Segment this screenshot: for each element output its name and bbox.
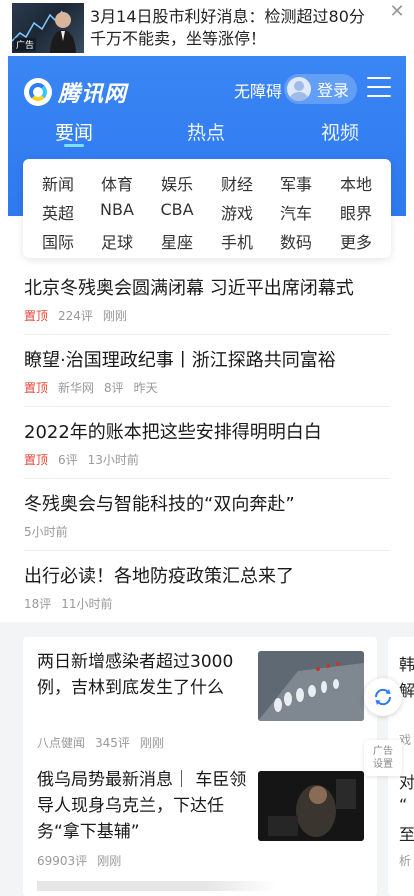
tab-video[interactable]: 视频	[321, 118, 359, 145]
channel-military[interactable]: 军事	[272, 171, 320, 195]
refresh-button[interactable]	[364, 678, 402, 716]
pinned-badge: 置顶	[24, 381, 49, 395]
feed-meta: 八点健闻 345评 刚刚	[37, 734, 174, 751]
pinned-badge: 置顶	[24, 453, 49, 467]
channel-digital[interactable]: 数码	[272, 229, 320, 253]
top-tabs: 要闻 热点 视频	[8, 114, 406, 154]
peek-text: 至	[399, 825, 414, 844]
feed-card[interactable]: 两日新增感染者超过3000例，吉林到底发生了什么 八点健闻 345评 刚刚 俄乌局势…	[23, 637, 377, 896]
active-tab-indicator	[64, 144, 84, 147]
top-ad-banner[interactable]: 广告 3月14日股市利好消息：检测超过80分千万不能卖，坐等涨停！ ✕	[0, 0, 414, 56]
user-avatar-icon	[287, 77, 311, 101]
hamburger-menu-icon[interactable]	[367, 77, 391, 97]
feed-meta: 69903评 刚刚	[37, 852, 131, 869]
channel-finance[interactable]: 财经	[213, 171, 261, 195]
close-icon[interactable]: ✕	[386, 2, 408, 24]
news-time: 5小时前	[24, 525, 68, 539]
ad-thumbnail[interactable]: 广告	[12, 3, 84, 53]
accessibility-link[interactable]: 无障碍	[234, 78, 282, 102]
comment-count: 18评	[24, 597, 52, 611]
news-meta: 18评 11小时前	[24, 597, 390, 611]
news-time: 昨天	[133, 381, 158, 395]
channel-world[interactable]: 国际	[34, 229, 82, 253]
news-item[interactable]: 北京冬残奥会圆满闭幕 习近平出席闭幕式 置顶 224评 刚刚	[24, 277, 390, 335]
channel-cba[interactable]: CBA	[153, 200, 201, 219]
refresh-icon	[374, 688, 392, 706]
news-meta: 置顶 224评 刚刚	[24, 309, 390, 323]
ad-tag: 广告	[14, 38, 37, 51]
news-item[interactable]: 出行必读！各地防疫政策汇总来了 18评 11小时前	[24, 565, 390, 611]
channel-sports[interactable]: 体育	[93, 171, 141, 195]
comment-count: 224评	[58, 309, 93, 323]
feed-time: 刚刚	[139, 736, 164, 750]
comment-count: 6评	[58, 453, 78, 467]
news-meta: 置顶 新华网 8评 昨天	[24, 381, 390, 395]
channel-games[interactable]: 游戏	[213, 200, 261, 224]
comment-count: 345评	[95, 736, 130, 750]
channel-auto[interactable]: 汽车	[272, 200, 320, 224]
tab-headlines[interactable]: 要闻	[55, 118, 93, 145]
ad-settings-button[interactable]: 广告 设置	[364, 740, 402, 776]
news-source: 新华网	[58, 381, 95, 395]
login-button[interactable]: 登录	[284, 74, 357, 104]
feed-source: 八点健闻	[37, 736, 86, 750]
news-title[interactable]: 冬残奥会与智能科技的“双向奔赴”	[24, 493, 390, 517]
news-time: 11小时前	[61, 597, 113, 611]
channel-mobile[interactable]: 手机	[213, 229, 261, 253]
news-item[interactable]: 瞭望·治国理政纪事丨浙江探路共同富裕 置顶 新华网 8评 昨天	[24, 349, 390, 407]
channel-entertainment[interactable]: 娱乐	[153, 171, 201, 195]
comment-count: 8评	[104, 381, 124, 395]
news-title[interactable]: 2022年的账本把这些安排得明明白白	[24, 421, 390, 445]
tencent-logo[interactable]: 腾讯网	[24, 76, 127, 108]
tab-trending[interactable]: 热点	[187, 118, 225, 145]
news-meta: 5小时前	[24, 525, 390, 539]
chechen-leader-photo	[258, 771, 364, 841]
feed-image[interactable]	[258, 651, 364, 721]
news-title[interactable]: 瞭望·治国理政纪事丨浙江探路共同富裕	[24, 349, 390, 373]
news-time: 刚刚	[102, 309, 127, 323]
channel-nba[interactable]: NBA	[93, 200, 141, 219]
feed-title[interactable]: 两日新增感染者超过3000例，吉林到底发生了什么	[37, 649, 249, 701]
peek-text: “	[399, 795, 408, 814]
channel-horizon[interactable]: 眼界	[332, 200, 380, 224]
news-item[interactable]: 冬残奥会与智能科技的“双向奔赴” 5小时前	[24, 493, 390, 551]
news-title[interactable]: 出行必读！各地防疫政策汇总来了	[24, 565, 390, 589]
channel-local[interactable]: 本地	[332, 171, 380, 195]
logo-text: 腾讯网	[58, 82, 128, 107]
peek-text: 韩	[399, 655, 414, 674]
peek-text: 析	[399, 854, 412, 868]
news-item[interactable]: 2022年的账本把这些安排得明明白白 置顶 6评 13小时前	[24, 421, 390, 479]
ad-headline[interactable]: 3月14日股市利好消息：检测超过80分千万不能卖，坐等涨停！	[90, 6, 380, 50]
next-feed-item-partial	[37, 881, 277, 891]
ad-settings-line1: 广告	[373, 746, 393, 757]
health-workers-photo	[258, 651, 364, 721]
login-label: 登录	[317, 81, 350, 100]
feed-title[interactable]: 俄乌局势最新消息｜ 车臣领导人现身乌克兰，下达任务“拿下基辅”	[37, 767, 249, 845]
news-meta: 置顶 6评 13小时前	[24, 453, 390, 467]
logo-mark-icon	[24, 78, 52, 106]
news-time: 13小时前	[87, 453, 139, 467]
ad-settings-line2: 设置	[373, 759, 393, 770]
channel-grid: 新闻 体育 娱乐 财经 军事 本地 英超 NBA CBA 游戏 汽车 眼界 国际…	[23, 159, 391, 258]
channel-news[interactable]: 新闻	[34, 171, 82, 195]
channel-premier-league[interactable]: 英超	[34, 200, 82, 224]
channel-astrology[interactable]: 星座	[153, 229, 201, 253]
channel-football[interactable]: 足球	[93, 229, 141, 253]
news-title[interactable]: 北京冬残奥会圆满闭幕 习近平出席闭幕式	[24, 277, 390, 301]
feed-image[interactable]	[258, 771, 364, 841]
pinned-badge: 置顶	[24, 309, 49, 323]
feed-time: 刚刚	[97, 854, 122, 868]
comment-count: 69903评	[37, 854, 88, 868]
channel-more[interactable]: 更多	[332, 229, 380, 253]
presenter-figure	[50, 12, 76, 53]
